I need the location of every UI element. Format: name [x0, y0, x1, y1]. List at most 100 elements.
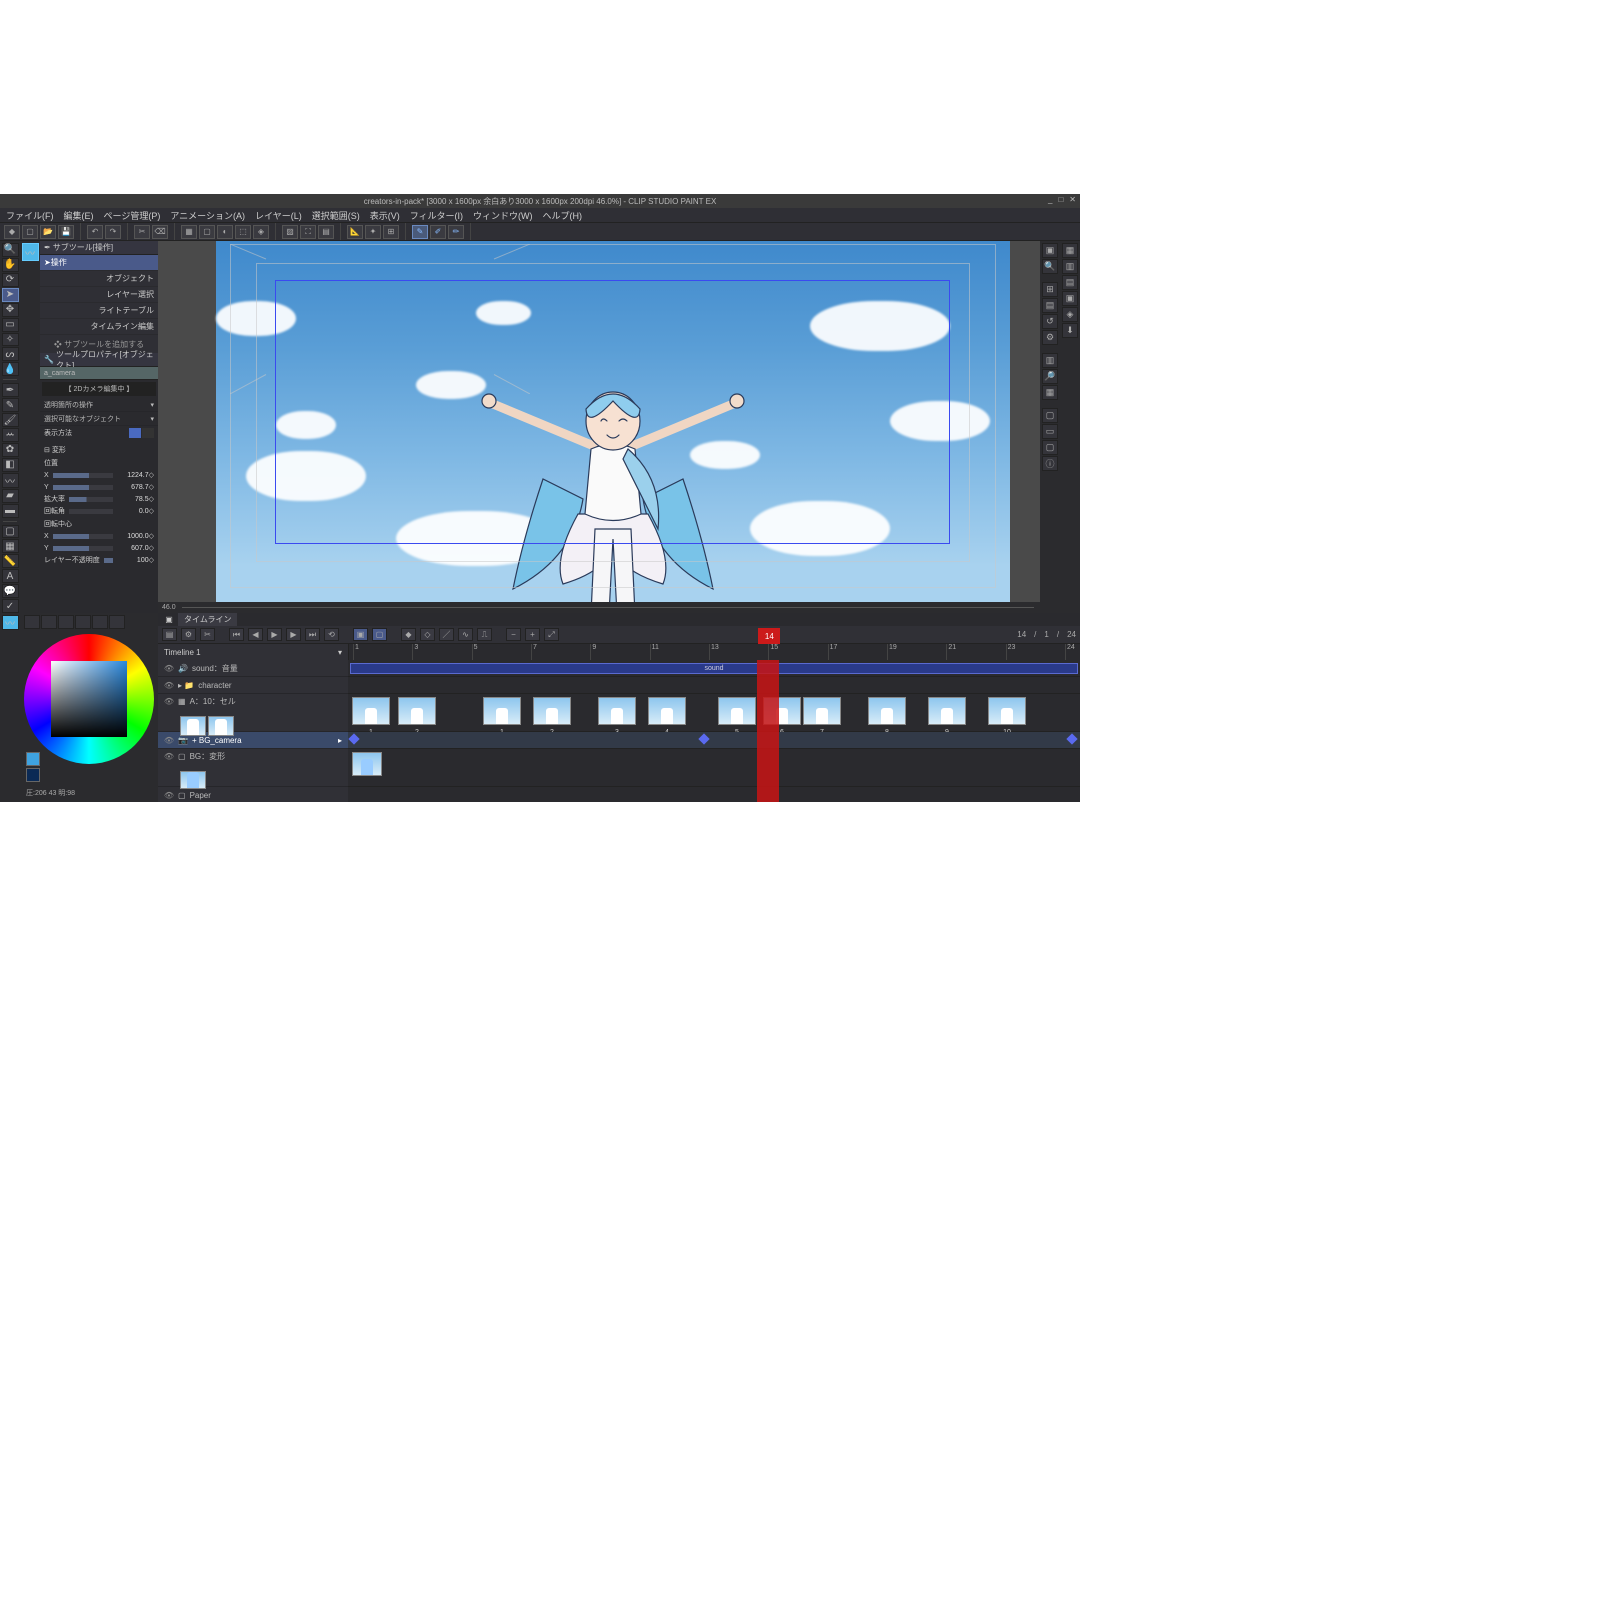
tool-correct-icon[interactable]: ✓ [2, 599, 19, 613]
playhead-line[interactable] [757, 660, 779, 802]
tl-cel-specify-icon[interactable]: ▢ [372, 628, 387, 641]
track-bg-camera[interactable] [348, 732, 1080, 749]
cmd-select-all-icon[interactable]: ▦ [181, 225, 197, 239]
color-wheel-tab[interactable] [24, 615, 40, 629]
tool-eyedropper-icon[interactable]: 💧 [2, 362, 19, 376]
menu-view[interactable]: 表示(V) [370, 209, 400, 222]
layer-row-bg-transform[interactable]: 👁 ▢ BG：変形 [158, 749, 348, 787]
menu-selection[interactable]: 選択範囲(S) [312, 209, 360, 222]
tool-deco-icon[interactable]: ✿ [2, 443, 19, 457]
minimize-button[interactable]: _ [1048, 195, 1052, 204]
keyframe[interactable] [698, 733, 709, 744]
subtool-object[interactable]: オブジェクト [40, 271, 158, 287]
cel-thumbnail[interactable]: 1 [483, 697, 521, 725]
timeline-name-cell[interactable]: Timeline 1▾ [158, 644, 348, 660]
material-download-icon[interactable]: ⬇ [1062, 323, 1078, 338]
timeline-tracks[interactable]: sound 1212345678910 [348, 660, 1080, 802]
cel-thumbnail[interactable]: 9 [928, 697, 966, 725]
tool-frame-icon[interactable]: ▦ [2, 539, 19, 553]
subtool-group-operation[interactable]: ➤ 操作 [40, 255, 158, 271]
nav-panel-icon[interactable]: ▣ [1042, 243, 1058, 258]
item-bank-icon[interactable]: ▢ [1042, 440, 1058, 455]
canvas[interactable] [216, 241, 1010, 602]
layer-row-cel-a[interactable]: 👁 ▦ A：10：セル [158, 694, 348, 732]
color-slider-tab[interactable] [41, 615, 57, 629]
tl-zoom-fit-icon[interactable]: ⤢ [544, 628, 559, 641]
cmd-save-icon[interactable]: 💾 [58, 225, 74, 239]
cmd-snap-grid-icon[interactable]: ⊞ [383, 225, 399, 239]
menu-layer[interactable]: レイヤー(L) [255, 209, 302, 222]
tl-new-timeline-icon[interactable]: ▤ [162, 628, 177, 641]
approx-color-tab[interactable] [92, 615, 108, 629]
light-table-panel-icon[interactable]: ▭ [1042, 424, 1058, 439]
position-y-slider[interactable]: Y678.7◇ [40, 481, 158, 493]
tool-pencil-icon[interactable]: ✎ [2, 398, 19, 412]
visibility-toggle-icon[interactable]: 👁 [164, 663, 174, 673]
quick-access-icon[interactable]: ⊞ [1042, 282, 1058, 297]
cmd-tone-icon[interactable]: ▤ [318, 225, 334, 239]
close-button[interactable]: ✕ [1069, 195, 1076, 204]
tl-loop-icon[interactable]: ⟲ [324, 628, 339, 641]
tl-zoom-in-icon[interactable]: + [525, 628, 540, 641]
timeline-tab[interactable]: タイムライン [178, 613, 237, 626]
position-x-slider[interactable]: X1224.7◇ [40, 469, 158, 481]
cel-thumbnail[interactable]: 8 [868, 697, 906, 725]
history-icon[interactable]: ↺ [1042, 314, 1058, 329]
layer-row-paper[interactable]: 👁 ▢ Paper [158, 787, 348, 802]
tool-blend-icon[interactable]: 〰 [2, 473, 19, 488]
display-method-toggle[interactable] [129, 428, 154, 438]
info-panel-icon[interactable]: ⓘ [1042, 456, 1058, 471]
cmd-light-table-icon[interactable]: ✐ [430, 225, 446, 239]
tool-ruler-icon[interactable]: 📏 [2, 554, 19, 568]
tl-add-key-icon[interactable]: ◆ [401, 628, 416, 641]
tl-next-frame-icon[interactable]: ▶ [286, 628, 301, 641]
tool-eraser-icon[interactable]: ◧ [2, 458, 19, 472]
visibility-toggle-icon[interactable]: 👁 [164, 735, 174, 745]
visibility-toggle-icon[interactable]: 👁 [164, 697, 174, 707]
canvas-area[interactable]: 46.0 [158, 241, 1040, 613]
tl-settings-icon[interactable]: ⚙ [181, 628, 196, 641]
tool-pen-icon[interactable]: ✒ [2, 383, 19, 397]
cmd-select-border-icon[interactable]: ⬚ [235, 225, 251, 239]
visibility-toggle-icon[interactable]: 👁 [164, 752, 174, 762]
menu-help[interactable]: ヘルプ(H) [543, 209, 583, 222]
cel-thumbnail[interactable]: 4 [648, 697, 686, 725]
intermediate-color-tab[interactable] [75, 615, 91, 629]
menu-file[interactable]: ファイル(F) [6, 209, 54, 222]
visibility-toggle-icon[interactable]: 👁 [164, 680, 174, 690]
current-color-indicator[interactable]: 〰 [2, 615, 19, 630]
cmd-deselect-icon[interactable]: ▢ [199, 225, 215, 239]
cmd-scale-icon[interactable]: ⛶ [300, 225, 316, 239]
cmd-open-icon[interactable]: 📂 [40, 225, 56, 239]
tool-marquee-icon[interactable]: ▭ [2, 318, 19, 332]
transparent-area-dropdown[interactable]: 透明箇所の操作▾ [40, 398, 158, 412]
tool-rotate-icon[interactable]: ⟳ [2, 273, 19, 287]
color-square[interactable] [51, 661, 127, 737]
tool-gradient-icon[interactable]: ▬ [2, 504, 19, 518]
cmd-onion-skin-icon[interactable]: ✏ [448, 225, 464, 239]
menu-window[interactable]: ウィンドウ(W) [473, 209, 533, 222]
material-manga-icon[interactable]: ▤ [1062, 275, 1078, 290]
subtool-timeline-edit[interactable]: タイムライン編集 [40, 319, 158, 335]
center-y-slider[interactable]: Y607.0◇ [40, 542, 158, 554]
cmd-undo-icon[interactable]: ↶ [87, 225, 103, 239]
foreground-swatch[interactable] [26, 752, 40, 766]
cmd-new-icon[interactable]: ▢ [22, 225, 38, 239]
keyframe[interactable] [1066, 733, 1077, 744]
material-3d-icon[interactable]: ◈ [1062, 307, 1078, 322]
tl-interpolation-icon[interactable]: ／ [439, 628, 454, 641]
cel-thumbnail[interactable]: 1 [352, 697, 390, 725]
rotation-slider[interactable]: 回転角0.0◇ [40, 505, 158, 517]
tl-prev-frame-icon[interactable]: ◀ [248, 628, 263, 641]
tl-play-icon[interactable]: ▶ [267, 628, 282, 641]
playhead-flag[interactable]: 14 [758, 628, 780, 644]
cel-thumbnail[interactable]: 2 [533, 697, 571, 725]
selectable-objects-dropdown[interactable]: 選択可能なオブジェクト▾ [40, 412, 158, 426]
cmd-shrink-icon[interactable]: ◈ [253, 225, 269, 239]
cel-thumbnail[interactable]: 7 [803, 697, 841, 725]
track-paper[interactable] [348, 787, 1080, 802]
layer-opacity-slider[interactable]: レイヤー不透明度100◇ [40, 554, 158, 566]
sound-clip[interactable]: sound [350, 663, 1078, 674]
track-character[interactable] [348, 677, 1080, 694]
menu-animation[interactable]: アニメーション(A) [170, 209, 245, 222]
